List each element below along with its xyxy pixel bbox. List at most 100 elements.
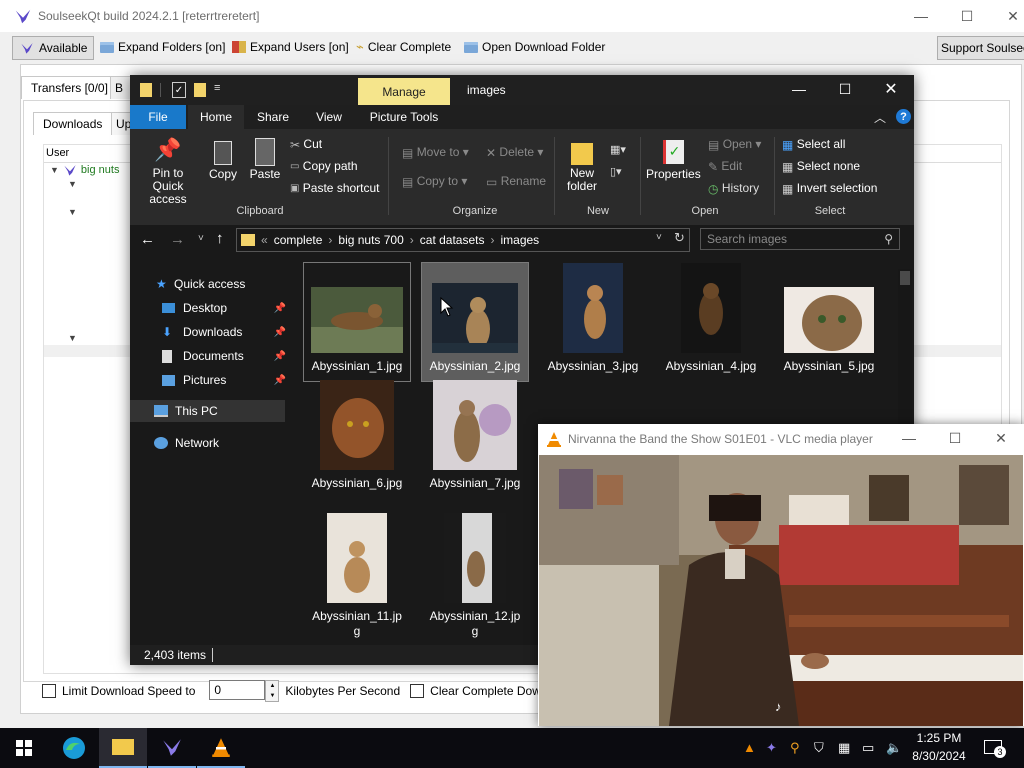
edit-button[interactable]: ✎ Edit xyxy=(708,159,742,174)
file-item[interactable]: Abyssinian_2.jpg xyxy=(421,262,529,382)
open-download-folder-button[interactable]: Open Download Folder xyxy=(464,36,605,58)
tab-transfers[interactable]: Transfers [0/0] xyxy=(21,76,118,99)
open-button[interactable]: ▤ Open ▾ xyxy=(708,137,761,152)
copy-path-button[interactable]: ▭ Copy path xyxy=(290,159,358,173)
user-row[interactable]: ▼ big nuts xyxy=(50,163,119,177)
nav-documents[interactable]: Documents 📌 xyxy=(162,345,286,367)
tray-volume-muted-icon[interactable]: 🔈 xyxy=(886,740,902,756)
properties-button[interactable]: ✓ Properties xyxy=(646,137,701,181)
tray-network-icon[interactable]: ▦ xyxy=(838,740,850,756)
scrollbar-thumb[interactable] xyxy=(900,271,910,285)
tray-monitor-icon[interactable]: ▭ xyxy=(862,740,874,756)
tab-share[interactable]: Share xyxy=(246,105,300,129)
breadcrumb-item[interactable]: complete xyxy=(274,233,323,247)
forward-arrow-icon[interactable]: → xyxy=(170,231,185,248)
speed-spinner[interactable]: ▲ ▼ xyxy=(265,680,280,702)
recent-locations-icon[interactable]: ˅ xyxy=(198,233,204,244)
paste-button[interactable]: Paste xyxy=(248,137,282,181)
address-dropdown-icon[interactable]: ˅ xyxy=(656,232,662,243)
tray-shield-icon[interactable]: ⛉ xyxy=(814,740,824,756)
new-folder-qat-icon[interactable] xyxy=(194,83,206,97)
minimize-button[interactable]: — xyxy=(776,75,822,103)
start-button[interactable] xyxy=(0,728,48,768)
tab-file[interactable]: File xyxy=(130,105,186,129)
breadcrumb-item[interactable]: cat datasets xyxy=(420,233,485,247)
taskbar-vlc[interactable] xyxy=(197,728,245,768)
expand-users-button[interactable]: Expand Users [on] xyxy=(232,36,349,58)
taskbar-edge[interactable] xyxy=(50,728,98,768)
clock-time[interactable]: 1:25 PM xyxy=(906,731,972,745)
rename-button[interactable]: ▭ Rename xyxy=(486,174,546,189)
pin-icon[interactable]: 📌 xyxy=(274,375,286,386)
tab-downloads[interactable]: Downloads xyxy=(33,112,113,135)
copy-button[interactable]: Copy xyxy=(206,137,240,181)
history-button[interactable]: ◷ History xyxy=(708,181,759,196)
clear-complete-checkbox[interactable] xyxy=(410,684,425,698)
tab-picture-tools[interactable]: Picture Tools xyxy=(358,105,450,129)
tab-home[interactable]: Home xyxy=(188,105,244,129)
file-item[interactable]: Abyssinian_5.jpg xyxy=(776,263,882,381)
breadcrumb-item[interactable]: big nuts 700 xyxy=(338,233,403,247)
maximize-button[interactable]: ☐ xyxy=(944,0,990,32)
nav-desktop[interactable]: Desktop 📌 xyxy=(162,297,286,319)
qat-dropdown-icon[interactable]: ≡ xyxy=(214,82,220,94)
tray-vlc-icon[interactable]: ▲ xyxy=(743,740,756,755)
new-folder-button[interactable]: New folder xyxy=(562,137,602,193)
pin-icon[interactable]: 📌 xyxy=(274,327,286,338)
breadcrumb-item[interactable]: images xyxy=(501,233,540,247)
maximize-button[interactable]: ☐ xyxy=(822,75,868,103)
speed-input[interactable]: 0 xyxy=(209,680,266,700)
refresh-icon[interactable]: ↻ xyxy=(674,230,685,246)
file-item[interactable]: Abyssinian_12.jpg xyxy=(422,513,528,645)
minimize-button[interactable]: — xyxy=(898,0,944,32)
limit-speed-checkbox[interactable] xyxy=(42,684,56,698)
file-item[interactable]: Abyssinian_1.jpg xyxy=(303,262,411,382)
pin-icon[interactable]: 📌 xyxy=(274,303,286,314)
taskbar-file-explorer[interactable] xyxy=(99,728,147,768)
expand-arrow-icon[interactable]: ▼ xyxy=(68,207,77,217)
invert-selection-button[interactable]: ▦ Invert selection xyxy=(782,181,877,196)
copy-to-button[interactable]: ▤ Copy to ▾ xyxy=(402,174,467,189)
expand-arrow-icon[interactable]: ▼ xyxy=(68,333,77,343)
tab-view[interactable]: View xyxy=(302,105,356,129)
chevron-right-icon[interactable]: › xyxy=(491,233,495,247)
close-button[interactable]: ✕ xyxy=(978,424,1024,452)
new-item-icons[interactable]: ▦▾ ▯▾ xyxy=(610,139,626,183)
up-arrow-icon[interactable]: ↑ xyxy=(216,230,224,247)
nav-quick-access[interactable]: ★ Quick access xyxy=(156,273,245,295)
taskbar-soulseek[interactable] xyxy=(148,728,196,768)
move-to-button[interactable]: ▤ Move to ▾ xyxy=(402,145,469,160)
file-item[interactable]: Abyssinian_4.jpg xyxy=(658,263,764,381)
breadcrumb[interactable]: « complete › big nuts 700 › cat datasets… xyxy=(236,228,690,252)
clear-complete-button[interactable]: ⌁ Clear Complete xyxy=(356,36,451,58)
expand-folders-button[interactable]: Expand Folders [on] xyxy=(100,36,225,58)
search-input[interactable]: Search images ⚲ xyxy=(700,228,900,250)
select-none-button[interactable]: ▦ Select none xyxy=(782,159,860,174)
available-button[interactable]: Available xyxy=(12,36,95,60)
collapse-ribbon-icon[interactable]: ︿ xyxy=(874,109,886,126)
expand-arrow-icon[interactable]: ▼ xyxy=(68,179,77,189)
close-button[interactable]: ✕ xyxy=(868,75,914,103)
help-icon[interactable]: ? xyxy=(896,109,911,124)
nav-this-pc[interactable]: This PC xyxy=(130,400,285,422)
delete-button[interactable]: ✕ Delete ▾ xyxy=(486,145,543,160)
notification-center-button[interactable]: 3 xyxy=(982,738,1006,758)
select-all-button[interactable]: ▦ Select all xyxy=(782,137,845,152)
clock-date[interactable]: 8/30/2024 xyxy=(906,749,972,763)
back-arrow-icon[interactable]: ← xyxy=(140,231,155,248)
tab-manage[interactable]: Manage xyxy=(358,78,450,105)
file-item[interactable]: Abyssinian_7.jpg xyxy=(422,380,528,498)
overflow-chevron-icon[interactable]: « xyxy=(261,233,268,247)
expand-arrow-icon[interactable]: ▼ xyxy=(50,165,59,175)
minimize-button[interactable]: — xyxy=(886,424,932,452)
chevron-right-icon[interactable]: › xyxy=(328,233,332,247)
video-frame[interactable]: ♪ xyxy=(539,455,1023,726)
cut-button[interactable]: ✂ Cut xyxy=(290,137,322,152)
pin-quick-access-button[interactable]: 📌 Pin to Quick access xyxy=(136,137,200,206)
tray-search-icon[interactable]: ⚲ xyxy=(790,740,800,756)
chevron-right-icon[interactable]: › xyxy=(410,233,414,247)
file-item[interactable]: Abyssinian_6.jpg xyxy=(304,380,410,498)
close-button[interactable]: ✕ xyxy=(990,0,1024,32)
support-soulseek-button[interactable]: Support Soulseek xyxy=(937,36,1024,60)
properties-qat-icon[interactable]: ✓ xyxy=(172,82,186,98)
